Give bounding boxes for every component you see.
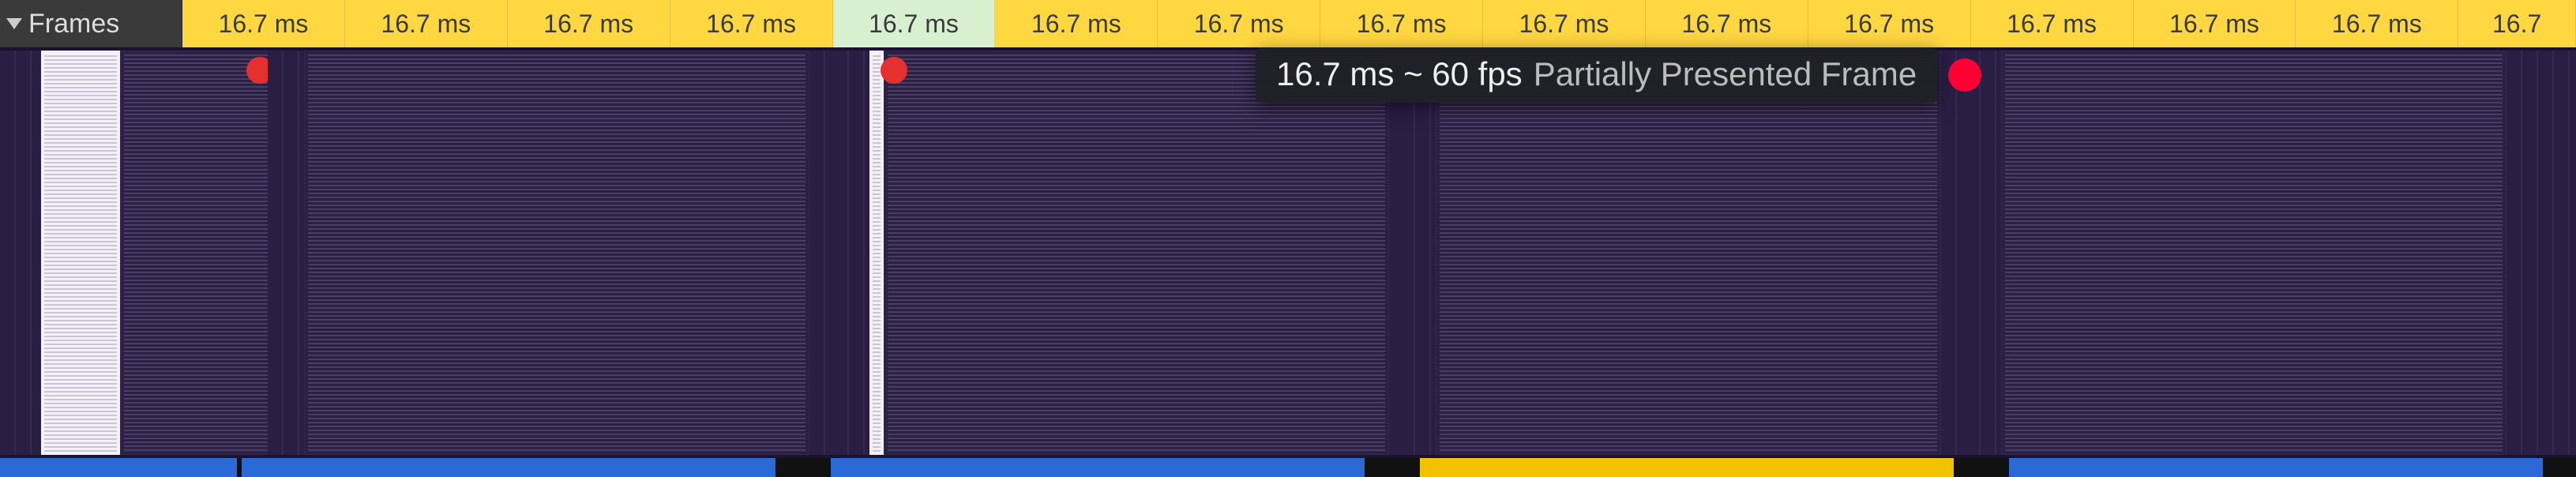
frame-duration-label: 16.7 ms [219, 9, 309, 39]
frame-cell[interactable]: 16.7 [2458, 0, 2576, 47]
thumbnail-hatch-region [1941, 51, 1965, 455]
thumbnail-gap [1965, 47, 2001, 458]
screenshot-thumbnail[interactable] [1436, 47, 1965, 458]
timeline-activity-segment [2543, 458, 2576, 477]
timeline-activity-segment [1365, 458, 1420, 477]
thumbnail-hatch-region [0, 51, 41, 455]
frames-track-header[interactable]: Frames [0, 0, 182, 47]
thumbnail-hatch-region [809, 51, 833, 455]
collapse-triangle-icon[interactable] [6, 18, 22, 29]
frame-duration-label: 16.7 ms [1031, 9, 1121, 39]
thumbnail-hatch-region [1965, 51, 2001, 455]
frame-duration-label: 16.7 ms [543, 9, 633, 39]
thumbnail-hatch-region [833, 51, 869, 455]
frame-cell[interactable]: 16.7 ms [1971, 0, 2134, 47]
thumbnail-gap [1399, 47, 1436, 458]
thumbnail-gap [833, 47, 869, 458]
thumbnail-dark-region [2001, 51, 2507, 455]
thumbnail-light-region [41, 51, 120, 455]
screenshot-thumbnail[interactable] [41, 47, 268, 458]
timeline-activity-segment [1954, 458, 2009, 477]
thumbnail-gap [268, 47, 304, 458]
frame-cell[interactable]: 16.7 ms [2296, 0, 2458, 47]
frame-cell[interactable]: 16.7 ms [1320, 0, 1483, 47]
frame-cell[interactable]: 16.7 ms [508, 0, 670, 47]
thumbnail-hatch-region [1389, 51, 1399, 455]
frame-duration-label: 16.7 ms [1519, 9, 1609, 39]
frame-cell[interactable]: 16.7 ms [670, 0, 833, 47]
screenshot-thumbnail[interactable] [869, 47, 1399, 458]
frame-duration-label: 16.7 ms [1194, 9, 1284, 39]
timeline-activity-segment [242, 458, 775, 477]
frame-cell[interactable]: 16.7 ms [995, 0, 1158, 47]
thumbnail-dark-region [304, 51, 809, 455]
frame-cell[interactable]: 16.7 ms [1483, 0, 1646, 47]
frame-cell[interactable]: 16.7 ms [833, 0, 996, 47]
frame-duration-label: 16.7 ms [2007, 9, 2097, 39]
thumbnail-hatch-region [2507, 51, 2576, 455]
timeline-activity-segment [775, 458, 831, 477]
frame-duration-label: 16.7 ms [2332, 9, 2422, 39]
frame-cell[interactable]: 16.7 ms [1158, 0, 1320, 47]
thumbnail-dark-region [1436, 51, 1941, 455]
frame-duration-label: 16.7 [2492, 9, 2541, 39]
screenshot-thumbnail[interactable] [304, 47, 833, 458]
thumbnail-hatch-region [268, 51, 304, 455]
frame-duration-label: 16.7 ms [1844, 9, 1934, 39]
timeline-activity-segment [2009, 458, 2543, 477]
frame-duration-label: 16.7 ms [869, 9, 959, 39]
frame-duration-label: 16.7 ms [381, 9, 471, 39]
thumbnail-dark-region [120, 51, 268, 455]
frame-duration-label: 16.7 ms [1681, 9, 1771, 39]
frame-duration-label: 16.7 ms [706, 9, 796, 39]
frame-cell[interactable]: 16.7 ms [345, 0, 508, 47]
timeline-activity-segment [1420, 458, 1954, 477]
timeline-activity-segment [0, 458, 237, 477]
thumbnail-hatch-region [1399, 51, 1436, 455]
frame-cell[interactable]: 16.7 ms [2134, 0, 2296, 47]
screenshot-thumbnail[interactable] [0, 47, 41, 458]
frame-duration-label: 16.7 ms [2169, 9, 2259, 39]
frames-track-label: Frames [28, 9, 119, 39]
thumbnail-light-region [869, 51, 884, 455]
thumbnail-dark-region [884, 51, 1389, 455]
frame-cell[interactable]: 16.7 ms [1808, 0, 1971, 47]
timeline-activity-segment [831, 458, 1365, 477]
frame-cell[interactable]: 16.7 ms [182, 0, 345, 47]
screenshot-thumbnail[interactable] [2001, 47, 2576, 458]
frame-cell[interactable]: 16.7 ms [1646, 0, 1808, 47]
frame-duration-label: 16.7 ms [1357, 9, 1447, 39]
